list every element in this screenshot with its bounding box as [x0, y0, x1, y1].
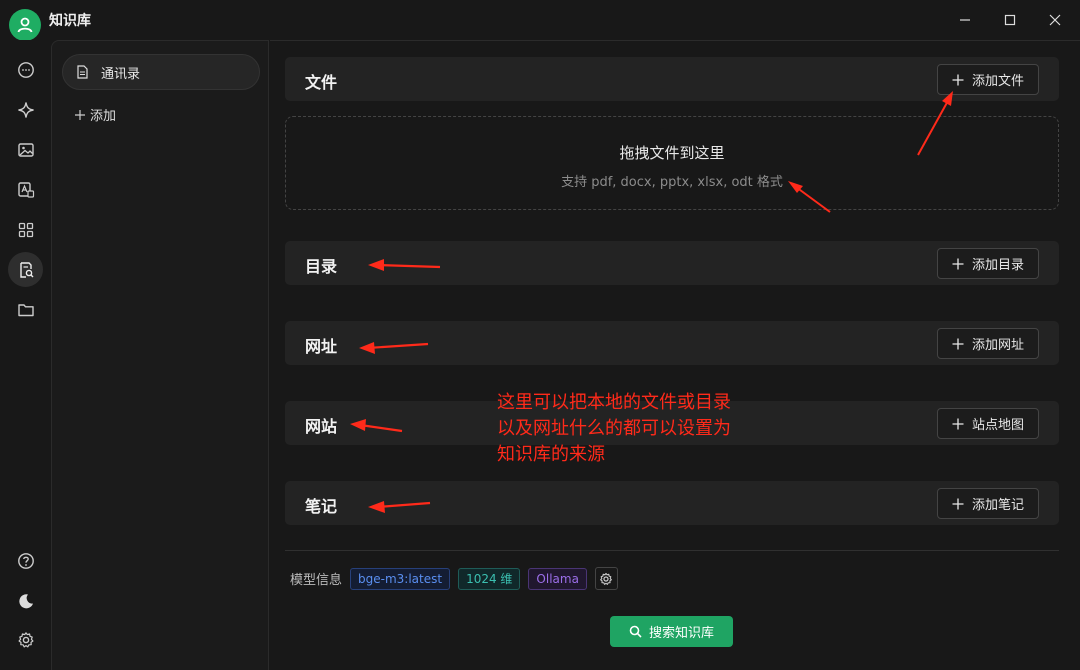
- plus-icon: [952, 74, 964, 85]
- section-title: 网址: [305, 337, 338, 356]
- folder-icon: [17, 303, 34, 316]
- section-title: 文件: [305, 73, 338, 92]
- annotation-text: 这里可以把本地的文件或目录 以及网址什么的都可以设置为 知识库的来源: [497, 392, 731, 465]
- user-icon: [17, 17, 33, 33]
- divider: [285, 550, 1059, 551]
- file-dropzone[interactable]: 拖拽文件到这里 支持 pdf, docx, pptx, xlsx, odt 格式: [285, 116, 1059, 210]
- model-dims-tag: 1024 维: [458, 567, 521, 590]
- apps-icon: [18, 222, 33, 237]
- section-title: 网站: [305, 417, 338, 436]
- chat-icon: [17, 61, 34, 78]
- add-note-button[interactable]: 添加笔记: [936, 488, 1039, 519]
- model-info-label: 模型信息: [290, 573, 343, 588]
- minimize-button[interactable]: [950, 6, 980, 34]
- sitemap-label: 站点地图: [971, 418, 1024, 433]
- translate-icon: [17, 181, 34, 198]
- knowledge-icon: [19, 261, 33, 278]
- plus-icon: [952, 258, 964, 269]
- add-directory-label: 添加目录: [971, 258, 1024, 273]
- add-directory-button[interactable]: 添加目录: [936, 248, 1039, 279]
- search-knowledge-label: 搜索知识库: [648, 626, 714, 641]
- add-url-label: 添加网址: [971, 338, 1024, 353]
- rail-item-apps[interactable]: [8, 212, 43, 247]
- settings-icon: [18, 631, 33, 647]
- rail-item-theme[interactable]: [8, 583, 43, 618]
- maximize-button[interactable]: [995, 6, 1025, 34]
- moon-icon: [18, 593, 33, 608]
- add-file-label: 添加文件: [971, 74, 1024, 89]
- settings-icon: [600, 572, 613, 585]
- rail-item-chat[interactable]: [8, 52, 43, 87]
- kb-list-item-label: 通讯录: [101, 66, 141, 82]
- dropzone-title: 拖拽文件到这里: [619, 144, 725, 162]
- add-url-button[interactable]: 添加网址: [936, 328, 1039, 359]
- help-icon: [17, 552, 34, 569]
- model-provider-tag: Ollama: [528, 567, 587, 590]
- section-title: 目录: [305, 257, 338, 276]
- add-kb-label: 添加: [90, 109, 117, 124]
- rail-item-settings[interactable]: [8, 622, 43, 657]
- user-avatar[interactable]: [9, 9, 41, 41]
- document-icon: [77, 65, 88, 79]
- plus-icon: [75, 109, 85, 120]
- rail-item-files[interactable]: [8, 292, 43, 327]
- rail-item-knowledge[interactable]: [8, 252, 43, 287]
- close-icon: [1049, 14, 1061, 26]
- main-panel: 文件 添加文件 拖拽文件到这里 支持 pdf, docx, pptx, xlsx…: [270, 40, 1080, 670]
- search-knowledge-button[interactable]: 搜索知识库: [610, 616, 733, 647]
- plus-icon: [952, 498, 964, 509]
- search-icon: [629, 625, 642, 638]
- section-file: 文件 添加文件: [285, 57, 1059, 101]
- sitemap-button[interactable]: 站点地图: [936, 408, 1039, 439]
- close-button[interactable]: [1040, 6, 1070, 34]
- model-info: 模型信息 bge-m3:latest 1024 维 Ollama: [290, 567, 618, 590]
- model-settings-button[interactable]: [594, 567, 618, 590]
- window-title: 知识库: [49, 13, 91, 29]
- nav-rail: [0, 40, 51, 670]
- knowledge-sidebar: 通讯录 添加: [51, 40, 269, 670]
- title-bar: 知识库: [0, 0, 1080, 41]
- section-url: 网址 添加网址: [285, 321, 1059, 365]
- rail-item-translate[interactable]: [8, 172, 43, 207]
- section-note: 笔记 添加笔记: [285, 481, 1059, 525]
- section-title: 笔记: [305, 497, 338, 516]
- maximize-icon: [1004, 14, 1016, 26]
- dropzone-hint: 支持 pdf, docx, pptx, xlsx, odt 格式: [561, 175, 783, 190]
- model-name-tag: bge-m3:latest: [350, 567, 451, 590]
- add-note-label: 添加笔记: [971, 498, 1024, 513]
- plus-icon: [952, 338, 964, 349]
- minimize-icon: [960, 19, 970, 21]
- rail-item-agents[interactable]: [8, 92, 43, 127]
- add-kb-button[interactable]: 添加: [74, 105, 116, 124]
- rail-item-help[interactable]: [8, 543, 43, 578]
- plus-icon: [952, 418, 964, 429]
- kb-list-item[interactable]: 通讯录: [62, 54, 260, 90]
- rail-item-images[interactable]: [8, 132, 43, 167]
- sparkle-icon: [17, 101, 34, 118]
- image-icon: [17, 142, 34, 157]
- add-file-button[interactable]: 添加文件: [936, 64, 1039, 95]
- section-directory: 目录 添加目录: [285, 241, 1059, 285]
